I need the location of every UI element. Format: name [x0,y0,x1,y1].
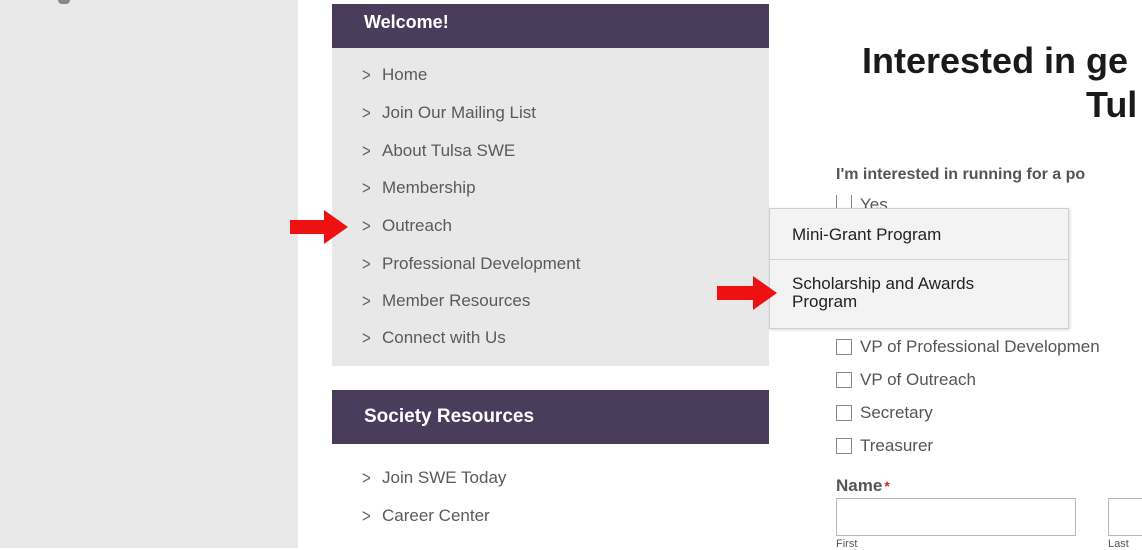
name-label-text: Name [836,476,883,495]
chevron-right-icon: > [362,505,371,527]
arrow-right-icon [717,276,777,310]
required-mark: * [884,478,890,494]
sidebar-item-label: Join Our Mailing List [382,103,537,122]
name-label: Name * [836,476,890,496]
resource-item-label: Join SWE Today [382,468,507,487]
page-title: Interested in ge [862,40,1129,81]
checkbox-vp-outreach[interactable]: VP of Outreach [836,368,976,392]
sidebar-item-label: Home [382,65,428,84]
checkbox-box[interactable] [836,195,852,209]
sidebar-item-member-resources[interactable]: > Member Resources [362,286,530,316]
resource-item-label: Career Center [382,506,490,525]
sidebar-item-professional-development[interactable]: > Professional Development [362,249,580,279]
first-sublabel: First [836,538,858,550]
sidebar-item-about[interactable]: > About Tulsa SWE [362,136,515,166]
last-name-input[interactable] [1108,498,1142,536]
last-sublabel: Last [1108,538,1129,550]
chevron-right-icon: > [362,215,371,237]
chevron-right-icon: > [362,327,371,349]
gutter-stub [58,0,70,4]
checkbox-secretary[interactable]: Secretary [836,401,933,425]
checkbox-label: Treasurer [860,436,934,455]
question-label: I'm interested in running for a po [836,166,1086,183]
sidebar-menu [332,48,769,366]
checkbox-label: Yes [860,195,888,209]
left-gutter [0,0,298,548]
chevron-right-icon: > [362,102,371,124]
submenu-divider [770,259,1068,260]
sidebar-item-connect[interactable]: > Connect with Us [362,323,506,353]
submenu-item-scholarship[interactable]: Scholarship and Awards Program [792,275,1032,311]
first-name-input[interactable] [836,498,1076,536]
chevron-right-icon: > [362,253,371,275]
society-resources-header: Society Resources [332,390,769,444]
checkbox-box[interactable] [836,372,852,388]
chevron-right-icon: > [362,467,371,489]
sidebar-item-label: Professional Development [382,254,581,273]
sidebar-item-home[interactable]: > Home [362,60,427,90]
sidebar-item-membership[interactable]: > Membership [362,173,476,203]
checkbox-box[interactable] [836,438,852,454]
checkbox-vp-professional-development[interactable]: VP of Professional Developmen [836,335,1100,359]
sidebar-item-label: Member Resources [382,291,531,310]
checkbox-label: Secretary [860,403,933,422]
checkbox-label: VP of Professional Developmen [860,337,1100,356]
sidebar-item-label: Membership [382,178,476,197]
arrow-right-icon [290,210,348,244]
chevron-right-icon: > [362,290,371,312]
page-title-line2: Tul [1086,84,1138,125]
sidebar-item-label: About Tulsa SWE [382,141,516,160]
sidebar-item-label: Outreach [382,216,452,235]
sidebar-item-label: Connect with Us [382,328,506,347]
checkbox-box[interactable] [836,405,852,421]
chevron-right-icon: > [362,64,371,86]
sidebar-item-mailing-list[interactable]: > Join Our Mailing List [362,98,536,128]
resource-item-career-center[interactable]: > Career Center [362,501,490,531]
sidebar-item-outreach[interactable]: > Outreach [362,211,452,241]
chevron-right-icon: > [362,177,371,199]
checkbox-box[interactable] [836,339,852,355]
submenu-item-mini-grant[interactable]: Mini-Grant Program [792,225,941,245]
chevron-right-icon: > [362,140,371,162]
checkbox-yes[interactable]: Yes [836,195,888,209]
checkbox-treasurer[interactable]: Treasurer [836,434,933,458]
outreach-submenu: Mini-Grant Program Scholarship and Award… [769,208,1069,329]
welcome-header: Welcome! [332,4,769,48]
resource-item-join-swe[interactable]: > Join SWE Today [362,463,506,493]
checkbox-label: VP of Outreach [860,370,976,389]
